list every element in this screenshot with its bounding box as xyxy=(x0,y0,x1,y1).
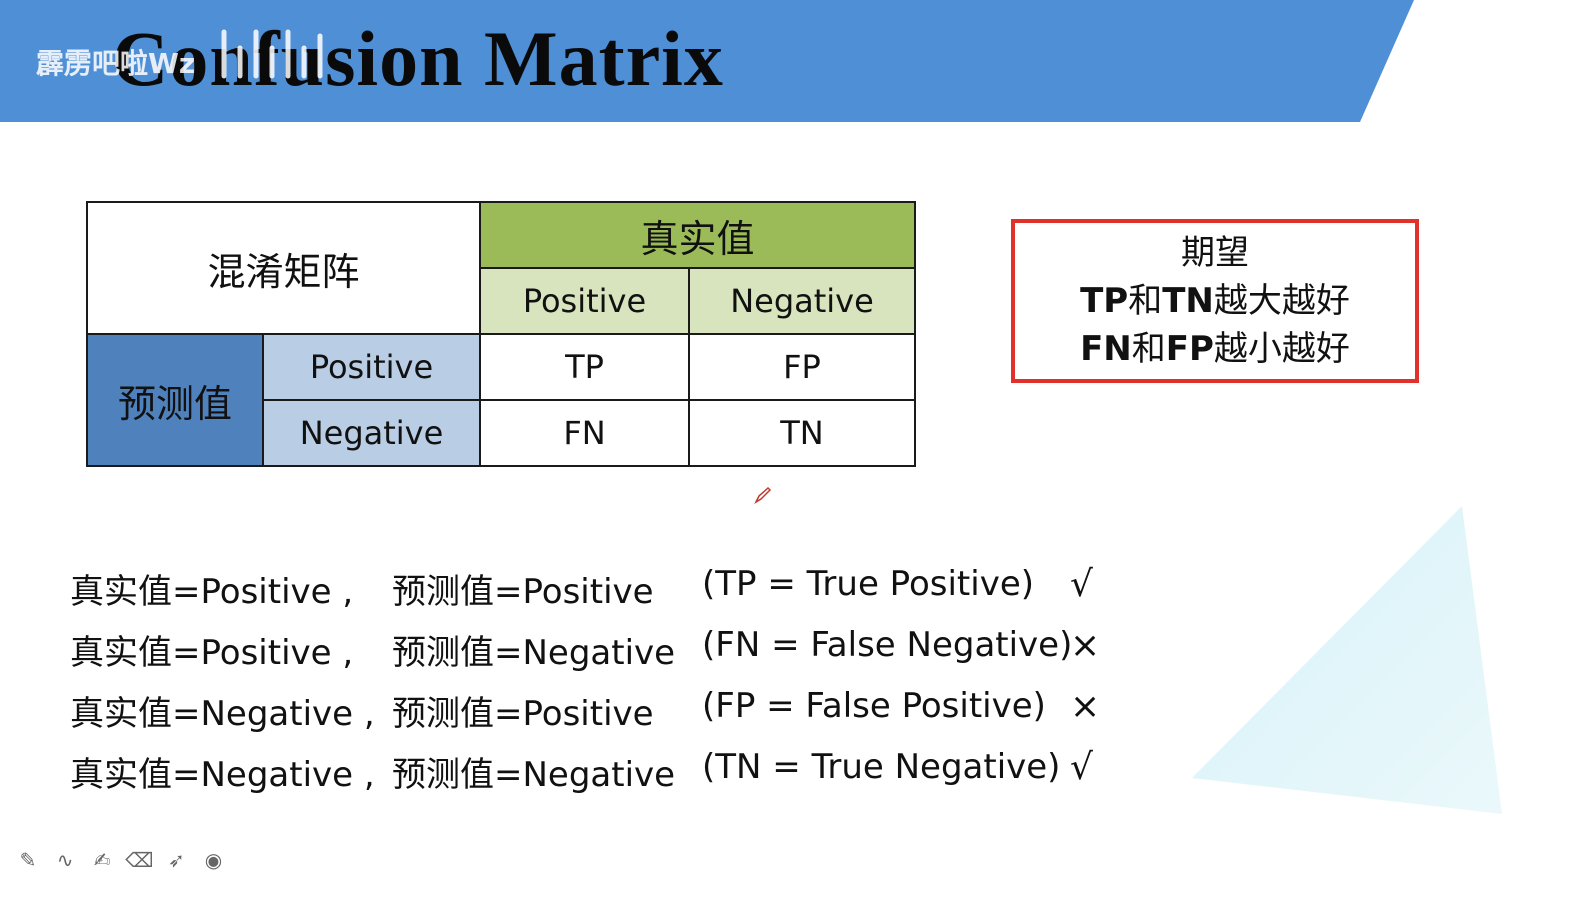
expectation-line-1: TP和TN越大越好 xyxy=(1080,281,1350,321)
definition-predicted: 预测值=Negative xyxy=(392,633,676,673)
highlighter-icon[interactable]: ✍ xyxy=(86,848,118,872)
predicted-value-header: 预测值 xyxy=(86,333,264,467)
pen-cursor-icon xyxy=(754,486,772,504)
check-icon: √ xyxy=(1070,747,1093,788)
definition-meaning: (FN = False Negative) xyxy=(702,625,1073,665)
matrix-corner-label: 混淆矩阵 xyxy=(86,201,481,335)
eraser-icon[interactable]: ⌫ xyxy=(123,848,155,872)
cell-fp: FP xyxy=(688,333,916,401)
presentation-toolbar: ✎ ∿ ✍ ⌫ ➶ ◉ xyxy=(12,848,229,872)
definition-predicted: 预测值=Positive xyxy=(392,572,654,612)
expectation-box: 期望 TP和TN越大越好 FN和FP越小越好 xyxy=(1011,219,1419,383)
pointer-icon[interactable]: ➶ xyxy=(160,848,192,872)
definition-meaning: (TP = True Positive) xyxy=(702,564,1034,604)
definition-actual: 真实值=Negative , xyxy=(70,755,375,795)
definition-actual: 真实值=Positive , xyxy=(70,633,354,673)
curve-icon[interactable]: ∿ xyxy=(49,848,81,872)
actual-value-header: 真实值 xyxy=(479,201,916,269)
definition-meaning: (FP = False Positive) xyxy=(702,686,1046,726)
cell-fn: FN xyxy=(479,399,690,467)
predicted-positive-header: Positive xyxy=(262,333,481,401)
predicted-negative-header: Negative xyxy=(262,399,481,467)
bilibili-logo-icon xyxy=(221,29,323,79)
expectation-line-2: FN和FP越小越好 xyxy=(1080,329,1350,369)
confusion-matrix-table: 混淆矩阵 真实值 Positive Negative 预测值 Positive … xyxy=(86,201,916,467)
cell-tp: TP xyxy=(479,333,690,401)
watermark-text: 霹雳吧啦Wz xyxy=(36,47,196,80)
slide-title: Confusion Matrix xyxy=(112,15,724,102)
pen-icon[interactable]: ✎ xyxy=(12,848,44,872)
check-icon: √ xyxy=(1070,564,1093,605)
cell-tn: TN xyxy=(688,399,916,467)
cross-icon: × xyxy=(1070,686,1101,727)
expectation-title: 期望 xyxy=(1181,233,1249,273)
definition-predicted: 预测值=Negative xyxy=(392,755,676,795)
definition-predicted: 预测值=Positive xyxy=(392,694,654,734)
cross-icon: × xyxy=(1070,625,1101,666)
actual-positive-header: Positive xyxy=(479,267,690,335)
definition-meaning: (TN = True Negative) xyxy=(702,747,1061,787)
decorative-triangle xyxy=(1192,506,1502,814)
definition-actual: 真实值=Positive , xyxy=(70,572,354,612)
record-icon[interactable]: ◉ xyxy=(197,848,229,872)
actual-negative-header: Negative xyxy=(688,267,916,335)
definition-actual: 真实值=Negative , xyxy=(70,694,375,734)
